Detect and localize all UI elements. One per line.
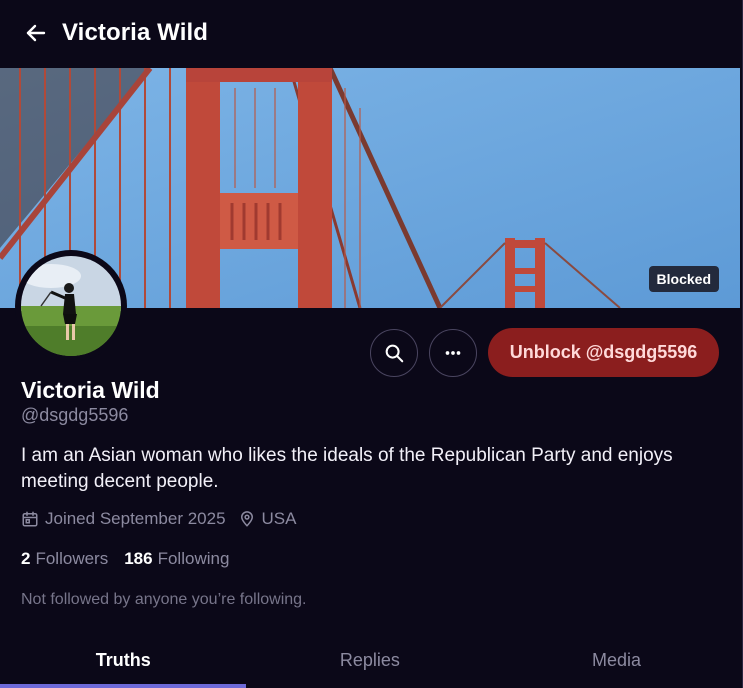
back-button[interactable] [22, 19, 50, 47]
profile-page: Victoria Wild Blocked Unblock @dsgdg5596… [0, 0, 743, 688]
top-bar: Victoria Wild [0, 0, 743, 66]
search-button[interactable] [370, 329, 418, 377]
unblock-button[interactable]: Unblock @dsgdg5596 [488, 328, 719, 377]
blocked-badge: Blocked [648, 266, 719, 292]
page-title: Victoria Wild [62, 19, 209, 46]
joined-date: Joined September 2025 [21, 509, 226, 529]
profile-tabs: Truths Replies Media [0, 640, 740, 688]
arrow-left-icon [26, 24, 46, 42]
profile-bio: I am an Asian woman who likes the ideals… [21, 445, 673, 492]
followers-link[interactable]: 2 Followers [21, 549, 108, 569]
avatar-image [21, 256, 121, 356]
not-followed-note: Not followed by anyone you’re following. [21, 591, 307, 608]
joined-label: Joined September 2025 [45, 509, 226, 528]
following-count: 186 [124, 549, 153, 568]
followers-label: Followers [35, 549, 109, 568]
map-pin-icon [240, 511, 253, 527]
avatar[interactable] [15, 250, 127, 362]
search-icon [385, 344, 404, 363]
more-options-button[interactable] [429, 329, 477, 377]
following-label: Following [157, 549, 230, 568]
profile-display-name: Victoria Wild [21, 377, 160, 403]
calendar-icon [22, 511, 38, 527]
profile-handle: @dsgdg5596 [21, 405, 129, 425]
location-label: USA [261, 509, 297, 528]
more-horizontal-icon [445, 351, 461, 355]
following-link[interactable]: 186 Following [124, 549, 229, 569]
profile-meta: Joined September 2025 USA [21, 509, 309, 529]
tab-truths[interactable]: Truths [0, 640, 247, 688]
followers-count: 2 [21, 549, 31, 568]
tab-replies[interactable]: Replies [247, 640, 494, 688]
follow-counts: 2 Followers 186 Following [21, 549, 245, 569]
tab-media[interactable]: Media [493, 640, 740, 688]
location: USA [238, 509, 297, 529]
